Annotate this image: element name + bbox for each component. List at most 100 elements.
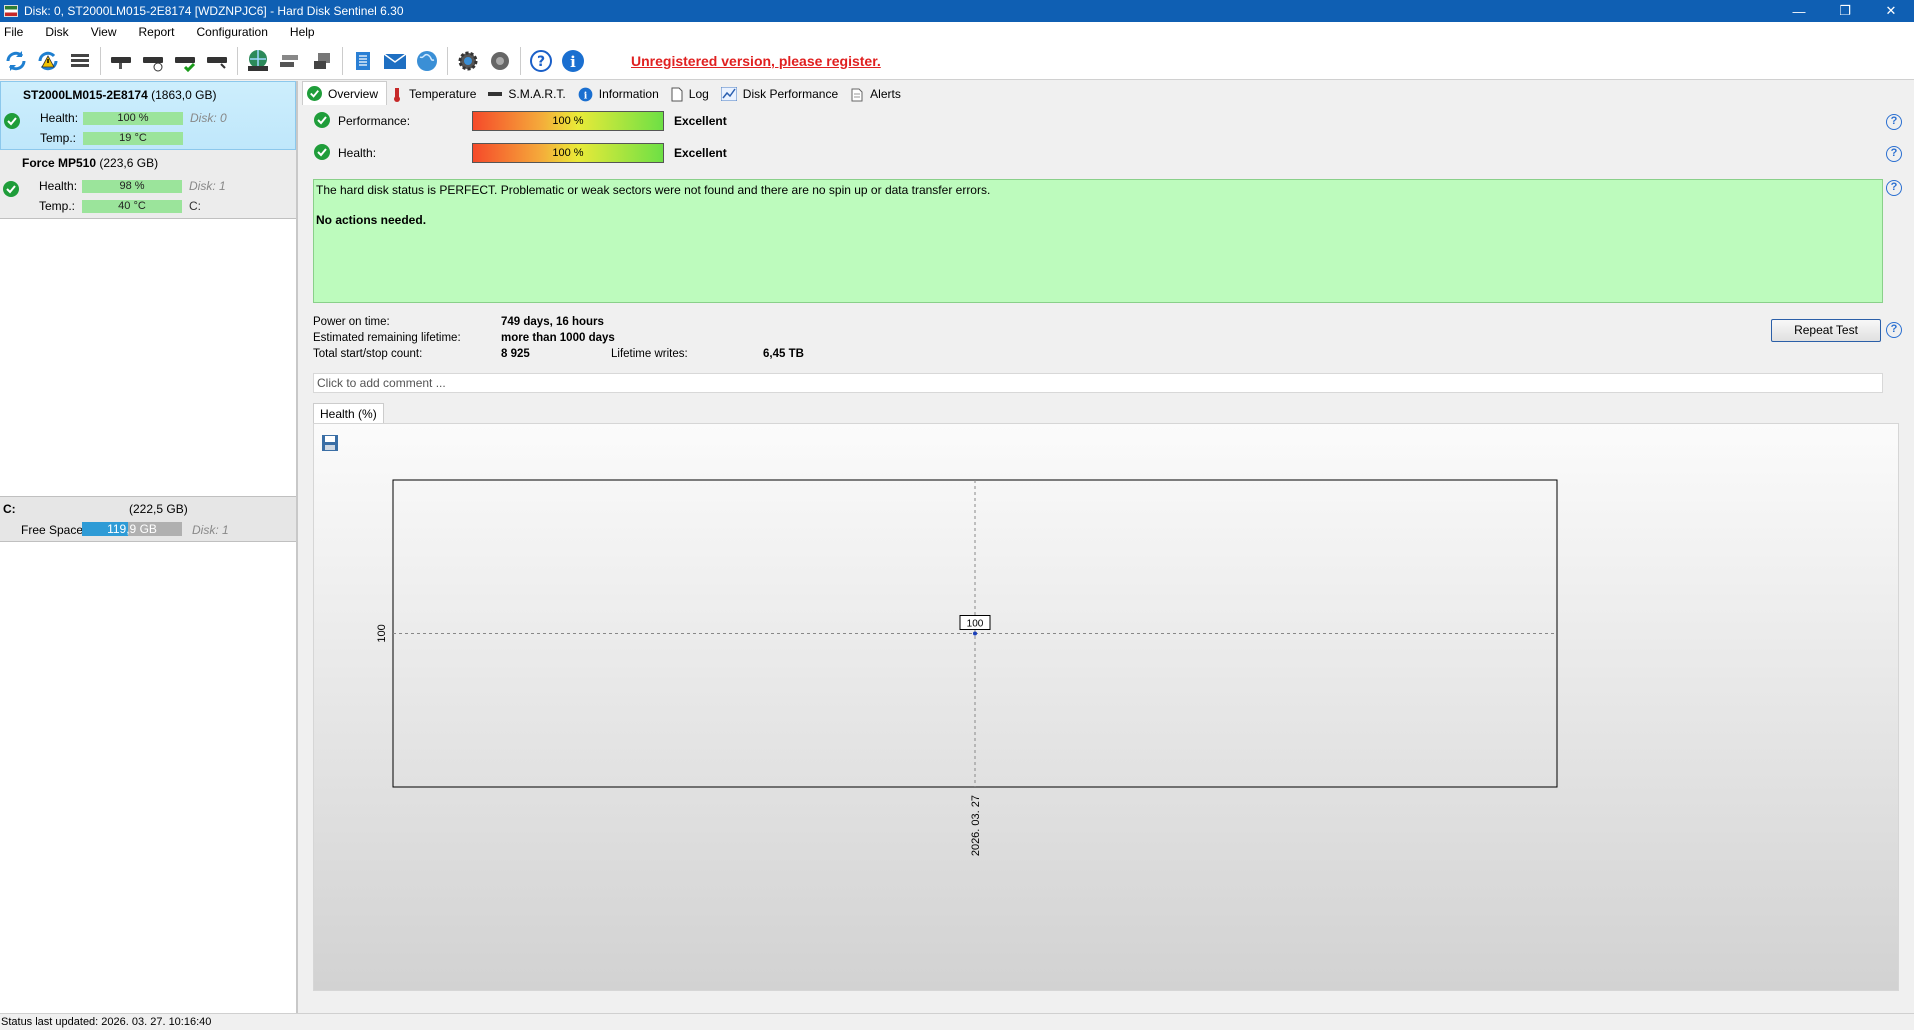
- menu-configuration[interactable]: Configuration: [193, 25, 278, 39]
- x-tick-label: 2026. 03. 27: [970, 795, 982, 856]
- volume-item[interactable]: C: (222,5 GB) Free Space 119,9 GB Disk: …: [0, 496, 296, 542]
- tab-temperature[interactable]: Temperature: [387, 83, 484, 105]
- refresh-icon[interactable]: [2, 47, 30, 75]
- title-bar: Disk: 0, ST2000LM015-2E8174 [WDZNPJC6] -…: [0, 0, 1914, 22]
- check-icon: [4, 113, 20, 132]
- health-bar: 98 %: [82, 180, 182, 193]
- disk-icon: [488, 90, 503, 98]
- tab-log[interactable]: Log: [667, 83, 717, 105]
- tab-label: Overview: [328, 86, 379, 101]
- toolbar-separator: [100, 46, 101, 75]
- alerts-icon: [850, 87, 864, 102]
- overview-panel: Overview Temperature S.M.A.R.T. i Inform…: [302, 81, 1914, 1013]
- svg-text:i: i: [583, 90, 587, 101]
- tab-disk-performance[interactable]: Disk Performance: [717, 83, 846, 105]
- disk-network-icon[interactable]: [276, 47, 304, 75]
- menu-file[interactable]: File: [0, 25, 33, 39]
- help-icon[interactable]: ?: [1886, 180, 1902, 196]
- volume-letter: C:: [3, 502, 16, 516]
- disk-arrow-icon[interactable]: [203, 47, 231, 75]
- writes-label: Lifetime writes:: [611, 348, 688, 360]
- help-icon[interactable]: ?: [527, 47, 555, 75]
- globe-disk-icon[interactable]: [244, 47, 272, 75]
- health-chart: 100 2026. 03. 27 100: [313, 423, 1899, 991]
- health-bar: 100 %: [472, 143, 664, 163]
- disk-clock-icon[interactable]: [139, 47, 167, 75]
- disk-list-icon[interactable]: [66, 47, 94, 75]
- toolbar-separator: [520, 46, 521, 75]
- writes-value: 6,45 TB: [763, 348, 804, 360]
- volume-size: (222,5 GB): [129, 502, 188, 516]
- status-message-box: The hard disk status is PERFECT. Problem…: [313, 179, 1883, 303]
- disk-icon[interactable]: [107, 47, 135, 75]
- free-space-bar: 119,9 GB: [82, 522, 182, 536]
- health-bar: 100 %: [83, 112, 183, 125]
- tab-bar: Overview Temperature S.M.A.R.T. i Inform…: [302, 81, 909, 105]
- disk-name: ST2000LM015-2E8174: [23, 88, 148, 102]
- temp-label: Temp.:: [40, 131, 77, 145]
- document-icon: [671, 87, 683, 102]
- disk-check-icon[interactable]: [171, 47, 199, 75]
- thermometer-icon: [391, 87, 403, 102]
- disk-size: (223,6 GB): [99, 156, 159, 170]
- tab-label: Log: [688, 87, 709, 101]
- temp-bar: 19 °C: [83, 132, 183, 145]
- tab-alerts[interactable]: Alerts: [846, 83, 909, 105]
- startstop-label: Total start/stop count:: [313, 348, 423, 360]
- disk-transfer-icon[interactable]: [308, 47, 336, 75]
- tab-smart[interactable]: S.M.A.R.T.: [484, 83, 573, 105]
- close-button[interactable]: ✕: [1868, 0, 1914, 22]
- status-action: No actions needed.: [316, 213, 427, 227]
- toolbar-separator: [237, 46, 238, 75]
- status-bar: Status last updated: 2026. 03. 27. 10:16…: [0, 1013, 1914, 1030]
- disk-list-panel: ST2000LM015-2E8174 (1863,0 GB) Health: 1…: [0, 81, 298, 1013]
- window-title: Disk: 0, ST2000LM015-2E8174 [WDZNPJC6] -…: [24, 4, 404, 18]
- info-icon[interactable]: i: [559, 47, 587, 75]
- disk-size: (1863,0 GB): [151, 88, 217, 102]
- performance-label: Performance:: [338, 114, 411, 128]
- sound-icon[interactable]: [486, 47, 514, 75]
- info-icon: i: [578, 87, 593, 102]
- minimize-button[interactable]: —: [1776, 0, 1822, 22]
- power-on-value: 749 days, 16 hours: [501, 316, 604, 328]
- help-icon[interactable]: ?: [1886, 114, 1902, 130]
- data-label: 100: [967, 619, 984, 630]
- y-tick-label: 100: [376, 624, 388, 642]
- toolbar-separator: [342, 46, 343, 75]
- tab-information[interactable]: i Information: [574, 83, 667, 105]
- disk-item[interactable]: Force MP510 (223,6 GB) Health: 98 % Disk…: [0, 150, 296, 219]
- status-text: The hard disk status is PERFECT. Problem…: [316, 183, 991, 197]
- restore-button[interactable]: ❐: [1822, 0, 1868, 22]
- refresh-warning-icon[interactable]: [34, 47, 62, 75]
- health-rating: Excellent: [674, 146, 727, 160]
- free-space-label: Free Space: [21, 523, 84, 537]
- register-link[interactable]: Unregistered version, please register.: [631, 53, 881, 69]
- tab-label: Disk Performance: [742, 87, 839, 101]
- temp-label: Temp.:: [39, 199, 76, 213]
- tab-overview[interactable]: Overview: [302, 81, 388, 105]
- settings-icon[interactable]: [454, 47, 482, 75]
- help-icon[interactable]: ?: [1886, 322, 1902, 338]
- check-icon: [314, 111, 330, 131]
- check-icon: [314, 143, 330, 163]
- help-icon[interactable]: ?: [1886, 146, 1902, 162]
- menu-report[interactable]: Report: [134, 25, 184, 39]
- disk-name: Force MP510: [22, 156, 97, 170]
- menu-help[interactable]: Help: [286, 25, 325, 39]
- menu-view[interactable]: View: [87, 25, 127, 39]
- report-icon[interactable]: [349, 47, 377, 75]
- tab-health-chart[interactable]: Health (%): [313, 403, 384, 423]
- performance-rating: Excellent: [674, 114, 727, 128]
- disk-item[interactable]: ST2000LM015-2E8174 (1863,0 GB) Health: 1…: [0, 81, 296, 150]
- web-report-icon[interactable]: [413, 47, 441, 75]
- comment-input[interactable]: Click to add comment ...: [313, 373, 1883, 393]
- repeat-test-button[interactable]: Repeat Test: [1771, 319, 1881, 342]
- menu-disk[interactable]: Disk: [41, 25, 78, 39]
- svg-text:?: ?: [537, 54, 545, 70]
- volume-letter: C:: [189, 199, 201, 213]
- lifetime-label: Estimated remaining lifetime:: [313, 332, 461, 344]
- health-label: Health:: [39, 179, 78, 193]
- email-icon[interactable]: [381, 47, 409, 75]
- data-point: [973, 631, 977, 636]
- health-label: Health:: [338, 146, 377, 160]
